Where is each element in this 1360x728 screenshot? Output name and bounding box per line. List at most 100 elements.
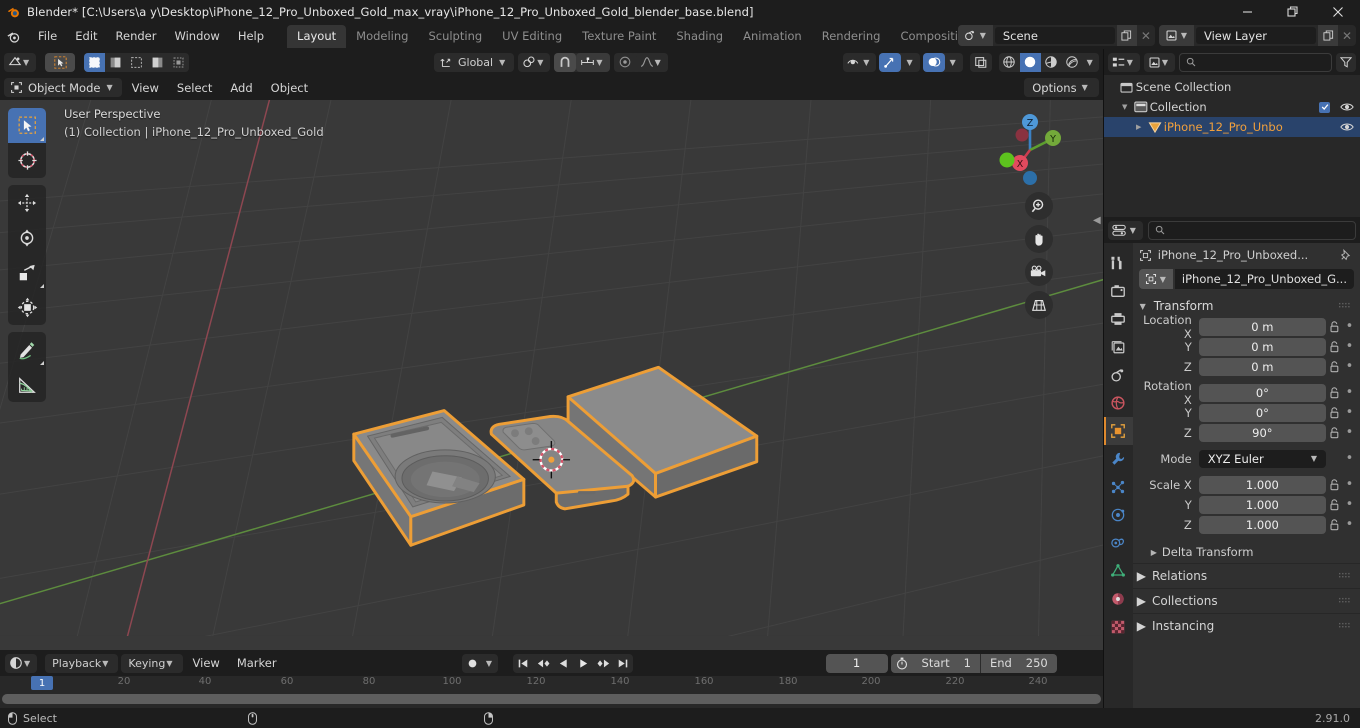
tool-transform[interactable]	[8, 290, 46, 325]
outliner-filter-button[interactable]	[1336, 52, 1356, 72]
lock-icon[interactable]	[1326, 320, 1343, 333]
blender-menu-icon[interactable]	[6, 29, 21, 44]
playback-menu[interactable]: Playback ▼	[45, 653, 119, 673]
scale-z-field[interactable]: 1.000	[1198, 515, 1326, 534]
next-keyframe-button[interactable]	[593, 654, 613, 673]
xray-toggle-button[interactable]	[969, 52, 992, 72]
menu-window[interactable]: Window	[165, 26, 228, 46]
scale-y-field[interactable]: 1.000	[1198, 495, 1326, 514]
object-browse-button[interactable]: ▼	[1138, 269, 1173, 289]
toggle-perspective-button[interactable]	[1024, 291, 1053, 319]
location-z-field[interactable]: 0 m	[1198, 357, 1326, 376]
auto-keying-options-button[interactable]: ▼	[482, 654, 498, 673]
camera-view-button[interactable]	[1024, 258, 1053, 286]
options-button[interactable]: Options ▼	[1024, 78, 1099, 97]
transform-panel-header[interactable]: ▼ Transform	[1133, 295, 1360, 317]
tab-modifier[interactable]	[1104, 445, 1133, 473]
object-visibility-button[interactable]: ▼	[843, 52, 877, 72]
shading-options-button[interactable]: ▼	[1082, 52, 1099, 72]
tool-tweak-select[interactable]	[8, 108, 46, 143]
transform-orientation-button[interactable]: Global ▼	[434, 52, 515, 72]
scene-browse-button[interactable]: ▼	[957, 25, 993, 46]
pin-icon[interactable]	[1339, 248, 1352, 262]
eye-icon[interactable]	[1340, 122, 1354, 132]
menu-object[interactable]: Object	[263, 79, 316, 97]
lock-icon[interactable]	[1326, 386, 1343, 399]
new-view-layer-button[interactable]	[1318, 25, 1338, 46]
3d-viewport[interactable]: User Perspective (1) Collection | iPhone…	[0, 100, 1103, 650]
timeline-editor-type-button[interactable]: ▼	[5, 653, 38, 673]
keying-menu[interactable]: Keying ▼	[121, 653, 183, 673]
jump-to-end-button[interactable]	[613, 654, 633, 673]
tool-scale[interactable]	[8, 255, 46, 290]
pan-view-button[interactable]	[1024, 225, 1053, 253]
show-overlays-button[interactable]	[922, 52, 945, 72]
view-layer-browse-button[interactable]: ▼	[1158, 25, 1194, 46]
rendered-shading-button[interactable]	[1061, 52, 1083, 72]
remove-view-layer-button[interactable]: ✕	[1338, 25, 1356, 46]
editor-type-button[interactable]: ▼	[4, 52, 37, 72]
tab-rendering[interactable]: Rendering	[812, 25, 891, 48]
play-reverse-button[interactable]	[553, 654, 573, 673]
overlays-options-button[interactable]: ▼	[944, 52, 963, 72]
menu-add[interactable]: Add	[222, 79, 260, 97]
properties-search-input[interactable]	[1147, 220, 1356, 240]
rotation-x-field[interactable]: 0°	[1198, 383, 1326, 402]
select-invert-button[interactable]	[147, 52, 169, 72]
location-y-field[interactable]: 0 m	[1198, 337, 1326, 356]
tab-uv-editing[interactable]: UV Editing	[492, 25, 572, 48]
jump-to-start-button[interactable]	[513, 654, 533, 673]
timeline-ruler[interactable]: 20 40 60 80 100 120 140 160 180 200 220 …	[0, 676, 1103, 692]
select-tool-button[interactable]	[45, 52, 76, 72]
minimize-button[interactable]	[1225, 0, 1270, 23]
collection-checkbox[interactable]	[1319, 101, 1330, 113]
outliner-row-object[interactable]: ▶ iPhone_12_Pro_Unbo	[1103, 117, 1360, 137]
tab-object[interactable]	[1103, 417, 1133, 445]
lock-icon[interactable]	[1326, 478, 1343, 491]
rotation-y-field[interactable]: 0°	[1198, 403, 1326, 422]
menu-select[interactable]: Select	[169, 79, 220, 97]
play-button[interactable]	[573, 654, 593, 673]
lock-icon[interactable]	[1326, 498, 1343, 511]
remove-scene-button[interactable]: ✕	[1137, 25, 1155, 46]
outliner-row-scene-collection[interactable]: Scene Collection	[1104, 77, 1360, 97]
lock-icon[interactable]	[1326, 426, 1343, 439]
lock-icon[interactable]	[1326, 360, 1343, 373]
tab-object-data[interactable]	[1104, 557, 1133, 585]
tab-constraints[interactable]	[1104, 529, 1133, 557]
select-box-button[interactable]	[84, 52, 106, 72]
tab-particles[interactable]	[1104, 473, 1133, 501]
menu-edit[interactable]: Edit	[66, 26, 106, 46]
object-name-field[interactable]: iPhone_12_Pro_Unboxed_G...	[1174, 269, 1354, 289]
delta-transform-panel[interactable]: ▶ Delta Transform	[1133, 541, 1360, 563]
solid-shading-button[interactable]	[1019, 52, 1041, 72]
gizmo-options-button[interactable]: ▼	[901, 52, 920, 72]
proportional-falloff-button[interactable]: ▼	[635, 52, 668, 72]
tab-scene[interactable]	[1104, 361, 1133, 389]
tab-world[interactable]	[1104, 389, 1133, 417]
object-mode-selector[interactable]: Object Mode ▼	[4, 78, 122, 97]
lock-icon[interactable]	[1326, 406, 1343, 419]
tab-shading[interactable]: Shading	[666, 25, 733, 48]
playhead[interactable]: 1	[31, 676, 53, 690]
wireframe-shading-button[interactable]	[998, 52, 1020, 72]
tab-material[interactable]	[1104, 585, 1133, 613]
tab-render[interactable]	[1104, 277, 1133, 305]
tool-rotate[interactable]	[8, 220, 46, 255]
pivot-point-button[interactable]: ▼	[518, 52, 551, 72]
tool-annotate[interactable]	[8, 332, 46, 367]
timeline-marker-menu[interactable]: Marker	[230, 654, 284, 672]
end-frame-field[interactable]: End 250	[980, 653, 1057, 673]
view-layer-name[interactable]: View Layer	[1196, 27, 1316, 44]
previous-keyframe-button[interactable]	[533, 654, 553, 673]
tab-physics[interactable]	[1104, 501, 1133, 529]
properties-editor-type-button[interactable]: ▼	[1107, 220, 1143, 240]
scale-x-field[interactable]: 1.000	[1198, 475, 1326, 494]
zoom-view-button[interactable]	[1024, 192, 1053, 220]
snap-toggle-button[interactable]	[554, 52, 577, 72]
eye-icon[interactable]	[1340, 102, 1354, 112]
use-preview-range-button[interactable]	[890, 653, 913, 673]
tab-animation[interactable]: Animation	[733, 25, 812, 48]
view-layer-selector[interactable]: ▼ View Layer ✕	[1158, 25, 1356, 46]
auto-keying-button[interactable]	[462, 654, 482, 673]
